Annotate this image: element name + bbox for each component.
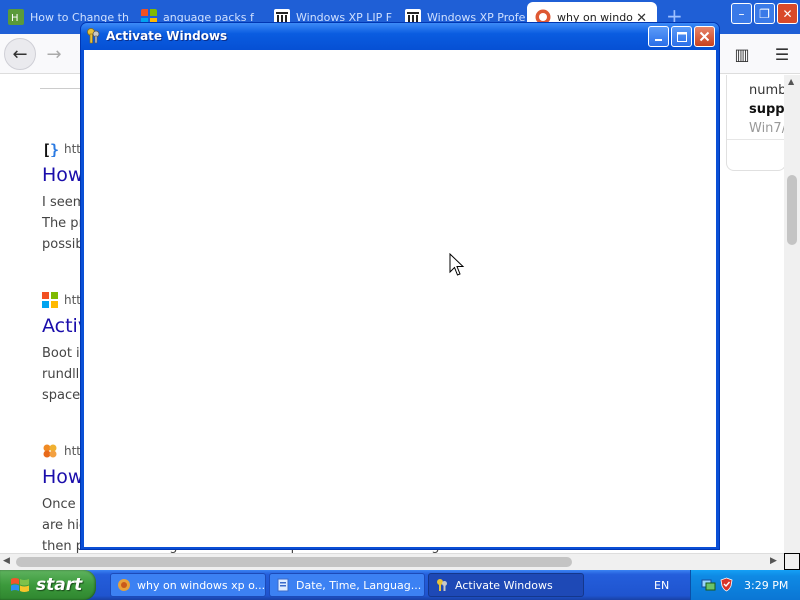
network-icon[interactable] bbox=[701, 577, 716, 592]
close-icon bbox=[699, 31, 710, 42]
scrollbar-corner bbox=[784, 553, 800, 570]
forward-button[interactable]: → bbox=[38, 38, 70, 70]
browser-maximize-button[interactable]: ❐ bbox=[754, 3, 775, 24]
vertical-scrollbar[interactable]: ▲ bbox=[784, 75, 800, 553]
language-indicator[interactable]: EN bbox=[654, 579, 669, 592]
microsoft-logo-icon bbox=[42, 292, 58, 308]
taskbar: start why on windows xp o... Date, Time,… bbox=[0, 570, 800, 600]
bracket-site-icon: [} bbox=[42, 141, 58, 157]
divider bbox=[727, 139, 784, 140]
dialog-close-button[interactable] bbox=[694, 26, 715, 47]
dialog-content-area bbox=[84, 50, 716, 547]
browser-window-icon bbox=[118, 579, 130, 591]
scroll-left-icon[interactable]: ◀ bbox=[3, 556, 10, 566]
flower-site-icon bbox=[43, 444, 57, 458]
back-button[interactable]: ← bbox=[4, 38, 36, 70]
svg-text:H: H bbox=[11, 13, 19, 24]
windows-logo-icon bbox=[11, 578, 29, 592]
system-tray: 3:29 PM bbox=[690, 570, 800, 600]
activate-windows-dialog: Activate Windows bbox=[80, 22, 720, 550]
clock[interactable]: 3:29 PM bbox=[744, 579, 788, 592]
scrollbar-thumb[interactable] bbox=[787, 175, 797, 245]
start-label: start bbox=[36, 575, 83, 595]
side-info-card: numb suppo Win7/ bbox=[726, 75, 784, 171]
keys-icon bbox=[437, 579, 447, 591]
dialog-minimize-button[interactable] bbox=[648, 26, 669, 47]
scroll-right-icon[interactable]: ▶ bbox=[770, 556, 777, 566]
security-shield-icon[interactable] bbox=[719, 577, 734, 592]
control-panel-icon bbox=[277, 578, 289, 592]
dialog-title-bar[interactable]: Activate Windows bbox=[81, 23, 719, 50]
keys-icon bbox=[87, 28, 100, 44]
browser-minimize-button[interactable]: – bbox=[731, 3, 752, 24]
mouse-cursor-icon bbox=[449, 253, 465, 276]
divider bbox=[40, 88, 80, 89]
browser-close-button[interactable]: ✕ bbox=[777, 3, 798, 24]
scrollbar-thumb[interactable] bbox=[16, 557, 572, 567]
taskbar-item-activate-windows[interactable]: Activate Windows bbox=[428, 573, 584, 597]
horizontal-scrollbar[interactable]: ◀ ▶ bbox=[0, 553, 784, 570]
dialog-title: Activate Windows bbox=[106, 29, 228, 43]
dialog-maximize-button[interactable] bbox=[671, 26, 692, 47]
sidebar-toggle-icon[interactable]: ▥ bbox=[730, 42, 754, 66]
menu-icon[interactable]: ☰ bbox=[770, 42, 794, 66]
minimize-icon bbox=[654, 38, 662, 41]
start-button[interactable]: start bbox=[0, 570, 96, 600]
maximize-icon bbox=[676, 31, 687, 42]
svg-text:}: } bbox=[50, 141, 58, 157]
scroll-up-icon[interactable]: ▲ bbox=[788, 77, 794, 86]
taskbar-item-browser[interactable]: why on windows xp o... bbox=[110, 573, 266, 597]
taskbar-item-date-time-language[interactable]: Date, Time, Languag... bbox=[269, 573, 425, 597]
site-favicon-icon: H bbox=[8, 9, 24, 25]
